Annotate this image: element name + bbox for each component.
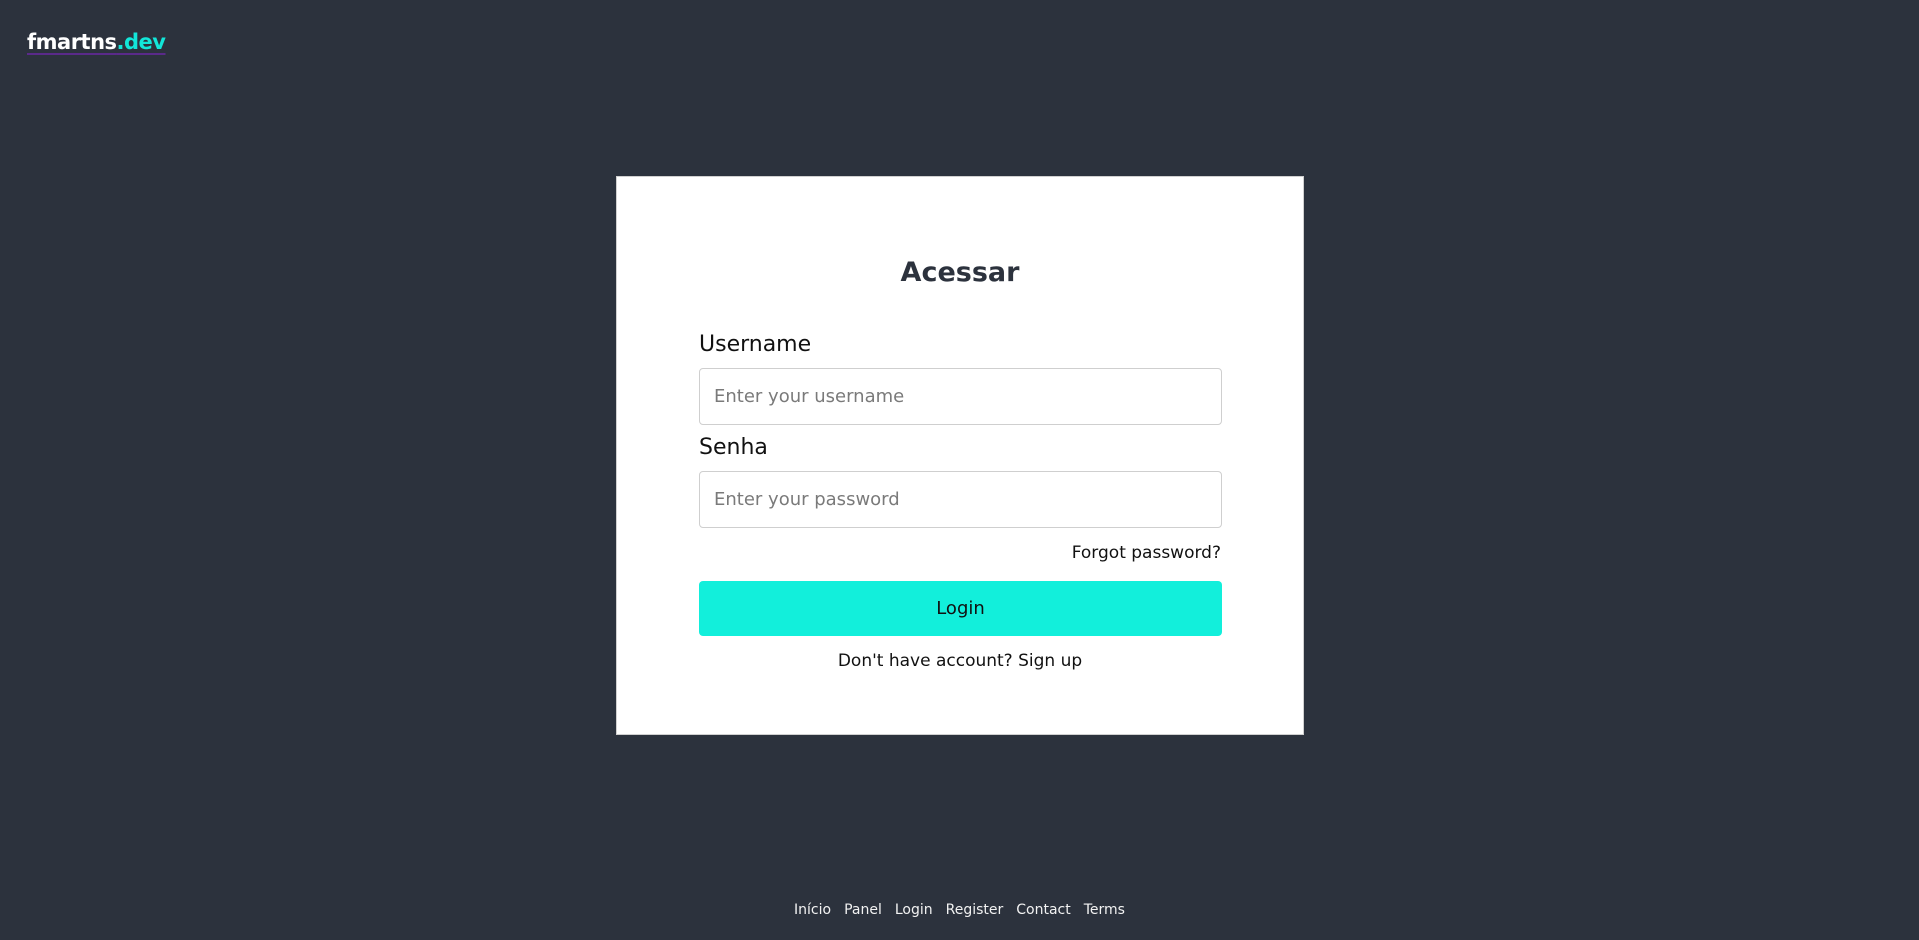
forgot-password-link[interactable]: Forgot password? (1072, 543, 1221, 563)
signup-prompt: Don't have account? Sign up (617, 651, 1303, 671)
logo-accent-text: .dev (116, 30, 166, 54)
username-input[interactable] (699, 368, 1222, 425)
signup-link[interactable]: Sign up (1018, 651, 1082, 671)
footer-link-panel[interactable]: Panel (844, 902, 882, 918)
footer-nav: Início Panel Login Register Contact Term… (0, 902, 1919, 918)
logo-main-text: fmartns (27, 30, 117, 54)
footer-link-register[interactable]: Register (946, 902, 1004, 918)
site-logo[interactable]: fmartns.dev (27, 30, 166, 54)
footer-link-inicio[interactable]: Início (794, 902, 831, 918)
footer-link-login[interactable]: Login (895, 902, 933, 918)
page-title: Acessar (900, 257, 1020, 288)
username-label: Username (699, 332, 812, 357)
signup-prompt-text: Don't have account? (837, 651, 1013, 671)
password-input[interactable] (699, 471, 1222, 528)
footer-link-contact[interactable]: Contact (1016, 902, 1070, 918)
login-card: Acessar Username Senha Forgot password? … (616, 176, 1304, 735)
password-label: Senha (699, 435, 768, 460)
login-button[interactable]: Login (699, 581, 1222, 636)
footer-link-terms[interactable]: Terms (1084, 902, 1125, 918)
